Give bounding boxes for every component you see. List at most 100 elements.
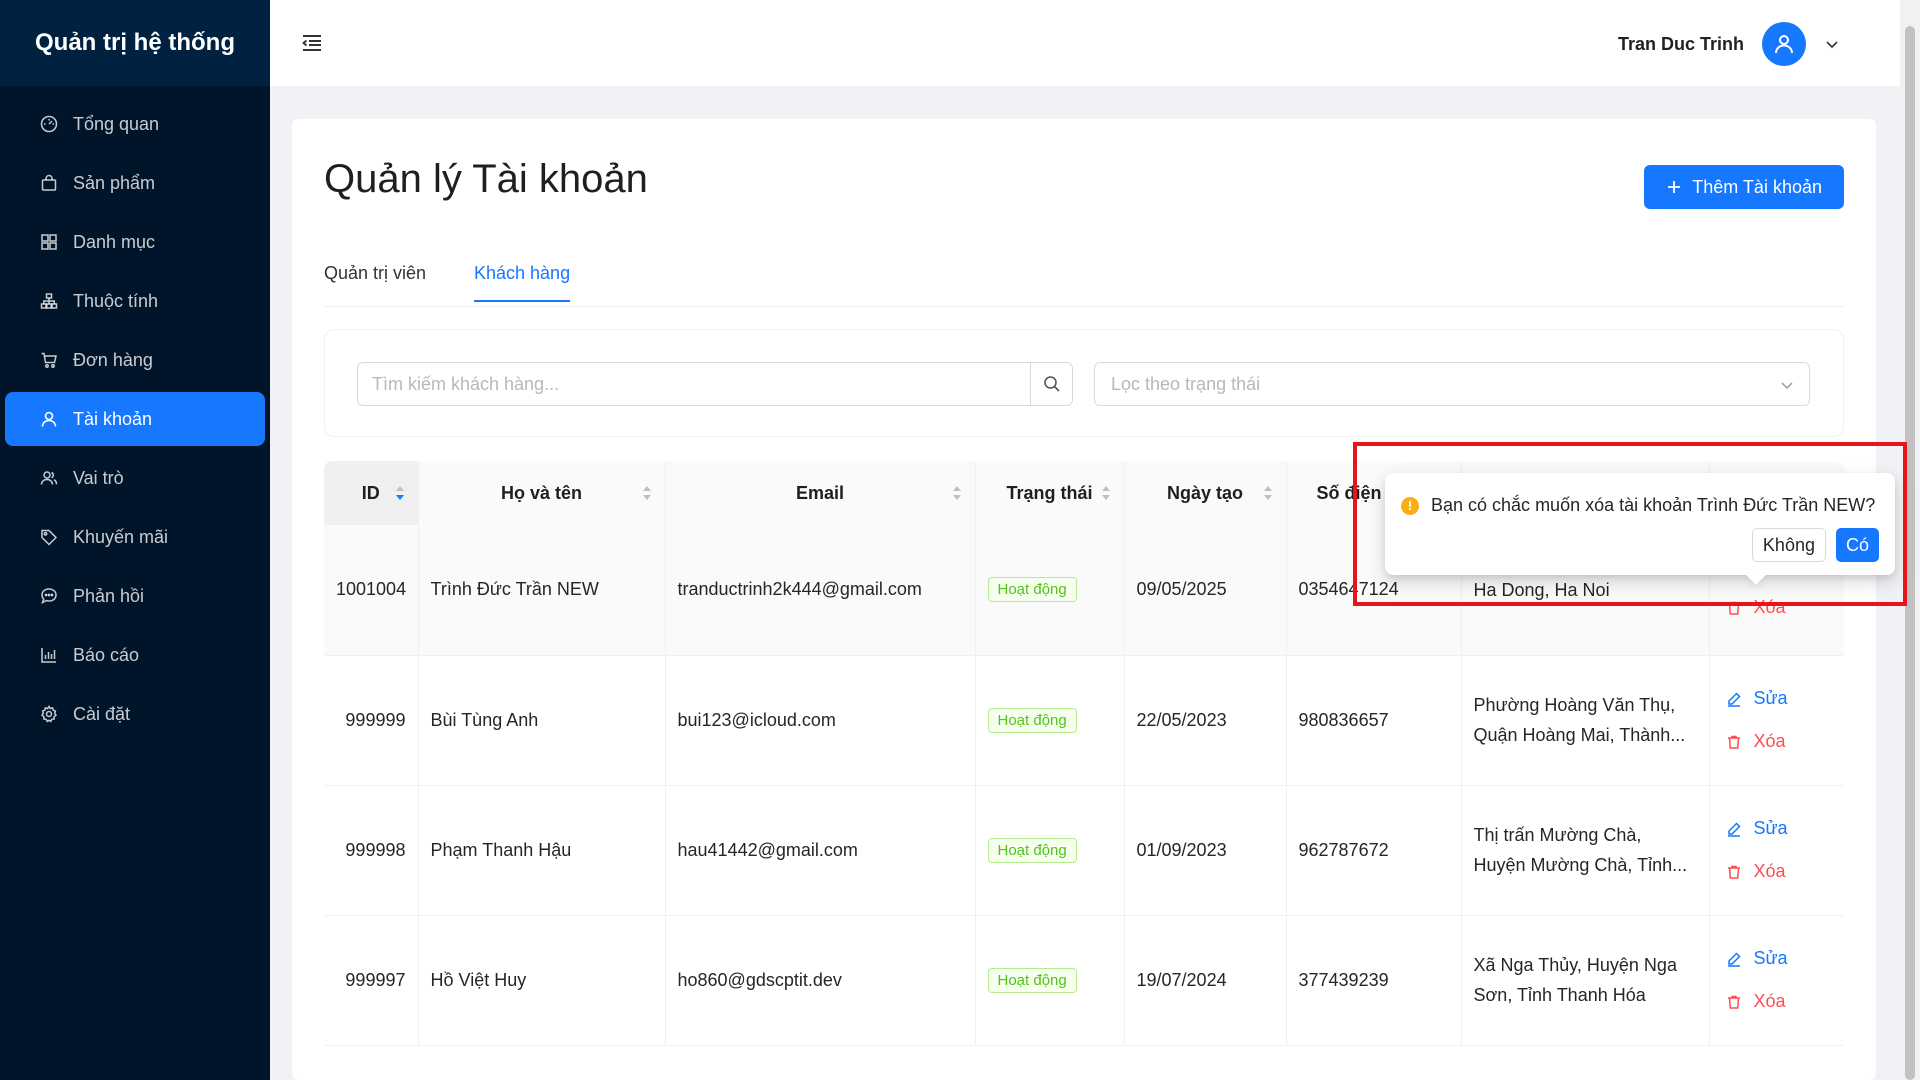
search-input[interactable]: [358, 363, 1030, 405]
cell-email: ho860@gdscptit.dev: [665, 915, 976, 1046]
cell-phone: 980836657: [1286, 655, 1462, 786]
sidebar-item-label: Tài khoản: [73, 408, 153, 429]
sidebar-item-san-pham[interactable]: Sản phẩm: [5, 156, 265, 210]
cancel-button[interactable]: Không: [1751, 528, 1826, 562]
sidebar-item-thuoc-tinh[interactable]: Thuộc tính: [5, 274, 265, 328]
avatar[interactable]: [1762, 22, 1806, 66]
cell-actions: Sửa Xóa: [1709, 915, 1844, 1046]
bar-chart-icon: [39, 645, 59, 665]
sidebar-item-tai-khoan[interactable]: Tài khoản: [5, 392, 265, 446]
col-header-label: Họ và tên: [500, 482, 583, 503]
sidebar-item-label: Danh mục: [73, 231, 156, 252]
sidebar-item-label: Đơn hàng: [73, 349, 153, 370]
tab-khach-hang[interactable]: Khách hàng: [474, 263, 571, 302]
sidebar-item-danh-muc[interactable]: Danh mục: [5, 215, 265, 269]
menu-fold-icon[interactable]: [300, 31, 324, 55]
table-row: 999998 Phạm Thanh Hậu hau41442@gmail.com…: [324, 785, 1844, 916]
col-header-label: Ngày tạo: [1166, 482, 1244, 503]
search-button[interactable]: [1030, 363, 1072, 405]
page-scrollbar[interactable]: [1900, 0, 1920, 1080]
confirm-button[interactable]: Có: [1835, 528, 1879, 562]
table-row: 999997 Hồ Việt Huy ho860@gdscptit.dev Ho…: [324, 915, 1844, 1046]
col-header-name[interactable]: Họ và tên: [418, 461, 666, 525]
edit-button[interactable]: Sửa: [1726, 688, 1833, 709]
cell-id: 999999: [324, 655, 419, 786]
cell-status: Hoạt động: [975, 785, 1125, 916]
cell-created: 01/09/2023: [1124, 785, 1287, 916]
tab-quan-tri-vien[interactable]: Quản trị viên: [324, 263, 426, 300]
col-header-email[interactable]: Email: [665, 461, 976, 525]
chevron-down-icon: [1779, 377, 1795, 393]
add-account-label: Thêm Tài khoản: [1692, 176, 1822, 197]
gear-icon: [39, 704, 59, 724]
cell-status: Hoạt động: [975, 915, 1125, 1046]
cell-created: 19/07/2024: [1124, 915, 1287, 1046]
sidebar-item-tong-quan[interactable]: Tổng quan: [5, 97, 265, 151]
sidebar-menu: Tổng quan Sản phẩm Danh mục Thuộc tính Đ…: [0, 86, 270, 741]
cell-phone: 962787672: [1286, 785, 1462, 916]
address-text: Ha Dong, Ha Noi: [1473, 579, 1610, 600]
trash-icon: [1727, 601, 1740, 615]
edit-icon: [1727, 821, 1741, 837]
trash-icon: [1727, 735, 1740, 749]
add-account-button[interactable]: Thêm Tài khoản: [1644, 165, 1844, 209]
cell-created: 22/05/2023: [1124, 655, 1287, 786]
cell-email: tranductrinh2k444@gmail.com: [665, 525, 976, 656]
col-header-created[interactable]: Ngày tạo: [1124, 461, 1287, 525]
cell-email: hau41442@gmail.com: [665, 785, 976, 916]
cell-actions: Sửa Xóa: [1709, 785, 1844, 916]
cell-status: Hoạt động: [975, 655, 1125, 786]
edit-button[interactable]: Sửa: [1726, 948, 1833, 969]
sidebar-item-cai-dat[interactable]: Cài đặt: [5, 687, 265, 741]
status-filter-select[interactable]: Lọc theo trạng thái: [1094, 362, 1810, 406]
cell-name: Trình Đức Trần NEW: [418, 525, 666, 656]
col-header-label: ID: [361, 482, 380, 503]
team-icon: [39, 468, 59, 488]
page-title: Quản lý Tài khoản: [324, 157, 648, 201]
sidebar-item-bao-cao[interactable]: Báo cáo: [5, 628, 265, 682]
app-brand: Quản trị hệ thống: [0, 0, 270, 86]
dashboard-icon: [39, 114, 59, 134]
delete-label: Xóa: [1753, 731, 1786, 751]
scrollbar-thumb[interactable]: [1905, 26, 1915, 1080]
status-badge: Hoạt động: [987, 707, 1077, 733]
chevron-down-icon[interactable]: [1824, 36, 1840, 52]
cell-status: Hoạt động: [975, 525, 1125, 656]
main-card: Quản lý Tài khoản Thêm Tài khoản Quản tr…: [292, 119, 1876, 1080]
cell-id: 999998: [324, 785, 419, 916]
confirm-message: Bạn có chắc muốn xóa tài khoản Trình Đức…: [1431, 495, 1876, 515]
shopping-bag-icon: [39, 173, 59, 193]
sidebar-item-label: Sản phẩm: [73, 172, 156, 193]
sidebar-item-vai-tro[interactable]: Vai trò: [5, 451, 265, 505]
sidebar-item-label: Vai trò: [73, 467, 124, 488]
address-text: Thị trấn Mường Chà, Huyện Mường Chà, Tỉn…: [1473, 825, 1688, 875]
sidebar-item-label: Thuộc tính: [73, 290, 159, 311]
cell-created: 09/05/2025: [1124, 525, 1287, 656]
cell-id: 999997: [324, 915, 419, 1046]
edit-button[interactable]: Sửa: [1726, 818, 1833, 839]
status-badge: Hoạt động: [987, 577, 1077, 603]
delete-button[interactable]: Xóa: [1726, 731, 1833, 752]
tag-icon: [39, 527, 59, 547]
cell-id: 1001004: [324, 525, 419, 656]
user-menu[interactable]: Tran Duc Trinh: [1618, 22, 1840, 66]
sidebar-item-phan-hoi[interactable]: Phản hồi: [5, 569, 265, 623]
sidebar-item-khuyen-mai[interactable]: Khuyến mãi: [5, 510, 265, 564]
col-header-id[interactable]: ID: [324, 461, 419, 525]
warning-icon: !: [1401, 496, 1419, 515]
cell-name: Bùi Tùng Anh: [418, 655, 666, 786]
cell-name: Hồ Việt Huy: [418, 915, 666, 1046]
col-header-status[interactable]: Trạng thái: [975, 461, 1125, 525]
cluster-icon: [39, 291, 59, 311]
edit-icon: [1727, 951, 1741, 967]
delete-button[interactable]: Xóa: [1726, 861, 1833, 882]
delete-button[interactable]: Xóa: [1726, 991, 1833, 1012]
sidebar-item-don-hang[interactable]: Đơn hàng: [5, 333, 265, 387]
sidebar-item-label: Cài đặt: [73, 703, 131, 724]
delete-button[interactable]: Xóa: [1726, 597, 1833, 618]
delete-label: Xóa: [1753, 597, 1786, 618]
address-text: Phường Hoàng Văn Thụ, Quận Hoàng Mai, Th…: [1473, 695, 1686, 745]
sidebar-item-label: Khuyến mãi: [73, 526, 169, 547]
col-header-label: Trạng thái: [1006, 482, 1093, 503]
cell-name: Phạm Thanh Hậu: [418, 785, 666, 916]
